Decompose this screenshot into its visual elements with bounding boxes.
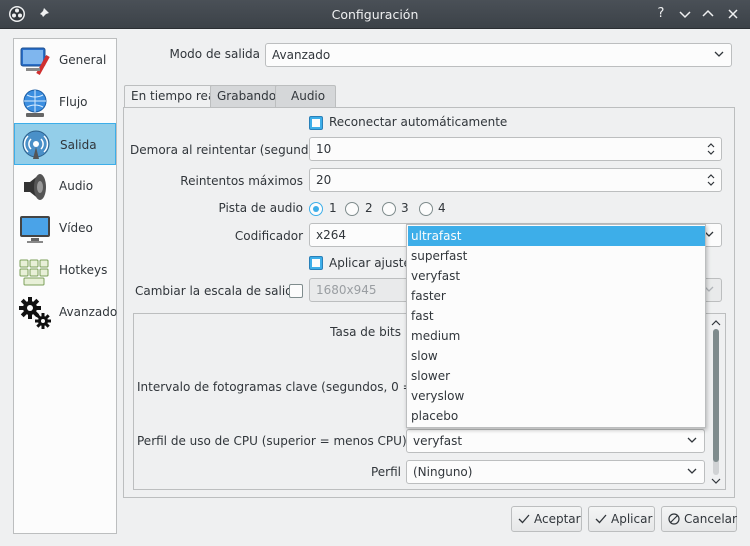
vertical-scrollbar[interactable] — [709, 317, 723, 487]
encoder-value: x264 — [316, 228, 347, 242]
settings-sidebar: General Flujo Salida Audio Vídeo Hotkeys — [13, 38, 117, 534]
max-retries-spinbox[interactable]: 20 — [309, 168, 722, 192]
keyframe-interval-label: Intervalo de fotogramas clave (segundos,… — [137, 380, 449, 394]
broadcast-icon — [19, 129, 53, 163]
rescale-value: 1680x945 — [316, 283, 377, 297]
help-icon[interactable]: ? — [652, 5, 670, 23]
cpu-preset-value: veryfast — [413, 434, 463, 448]
sidebar-item-label: Audio — [59, 179, 94, 193]
tab-recording[interactable]: Grabando — [210, 85, 284, 107]
profile-label: Perfil — [370, 465, 401, 479]
dropdown-item-superfast[interactable]: superfast — [408, 246, 705, 266]
output-mode-value: Avanzado — [272, 48, 331, 62]
minimize-icon[interactable] — [676, 5, 694, 23]
sidebar-item-label: Hotkeys — [59, 263, 108, 277]
dropdown-item-veryfast[interactable]: veryfast — [408, 266, 705, 286]
max-retries-label: Reintentos máximos — [180, 174, 303, 188]
sidebar-item-label: Salida — [60, 138, 97, 152]
window-title: Configuración — [331, 7, 419, 22]
dropdown-item-fast[interactable]: fast — [408, 306, 705, 326]
apply-settings-label: Aplicar ajustes — [329, 256, 418, 270]
chevron-down-icon — [714, 51, 724, 57]
retry-delay-label: Demora al reintentar (segundos) — [130, 143, 327, 157]
ok-button[interactable]: Aceptar — [511, 506, 582, 532]
cancel-button-label: Cancelar — [684, 512, 737, 526]
ok-button-label: Aceptar — [534, 512, 581, 526]
profile-select[interactable]: (Ninguno) — [406, 460, 705, 484]
chevron-down-icon — [687, 437, 697, 443]
cpu-preset-select[interactable]: veryfast — [406, 429, 705, 453]
tab-audio[interactable]: Audio — [275, 85, 336, 107]
monitor-icon — [18, 212, 52, 246]
close-icon[interactable] — [724, 5, 742, 23]
bitrate-label: Tasa de bits — [330, 325, 401, 339]
dropdown-item-faster[interactable]: faster — [408, 286, 705, 306]
audio-track-option-label: 3 — [401, 201, 409, 215]
sidebar-item-label: General — [59, 53, 107, 67]
sidebar-item-stream[interactable]: Flujo — [14, 81, 116, 123]
sidebar-item-output[interactable]: Salida — [14, 123, 116, 165]
cancel-button[interactable]: Cancelar — [661, 506, 737, 532]
profile-value: (Ninguno) — [413, 465, 473, 479]
output-mode-select[interactable]: Avanzado — [265, 43, 732, 67]
general-icon — [18, 44, 52, 78]
dropdown-item-slow[interactable]: slow — [408, 346, 705, 366]
sidebar-item-label: Flujo — [59, 95, 88, 109]
speaker-icon — [18, 170, 52, 204]
maximize-icon[interactable] — [699, 5, 717, 23]
title-bar: Configuración ? — [0, 0, 750, 29]
apply-button[interactable]: Aplicar — [588, 506, 655, 532]
audio-track-radio-1[interactable] — [309, 202, 323, 216]
retry-delay-value: 10 — [316, 142, 332, 156]
retry-delay-spinbox[interactable]: 10 — [309, 137, 722, 161]
spin-arrows-icon[interactable] — [706, 171, 716, 189]
dropdown-item-veryslow[interactable]: veryslow — [408, 386, 705, 406]
dropdown-item-ultrafast[interactable]: ultrafast — [408, 226, 705, 246]
output-mode-label: Modo de salida — [169, 47, 260, 61]
dropdown-item-placebo[interactable]: placebo — [408, 406, 705, 426]
checkmark-icon — [518, 514, 530, 524]
rescale-checkbox[interactable] — [289, 284, 303, 298]
cancel-icon — [668, 513, 680, 525]
cpu-preset-dropdown: ultrafast superfast veryfast faster fast… — [406, 224, 706, 428]
rescale-label: Cambiar la escala de salida — [135, 284, 301, 298]
audio-track-radio-2[interactable] — [345, 202, 359, 216]
audio-track-option-label: 1 — [329, 201, 337, 215]
cpu-preset-label: Perfil de uso de CPU (superior = menos C… — [137, 434, 407, 448]
globe-icon — [18, 86, 52, 120]
sidebar-item-hotkeys[interactable]: Hotkeys — [14, 249, 116, 291]
sidebar-item-advanced[interactable]: Avanzado — [14, 291, 118, 333]
reconnect-label: Reconectar automáticamente — [329, 115, 508, 129]
sidebar-item-label: Avanzado — [59, 305, 118, 319]
sidebar-item-label: Vídeo — [59, 221, 93, 235]
dropdown-item-medium[interactable]: medium — [408, 326, 705, 346]
chevron-down-icon — [687, 468, 697, 474]
audio-track-option-label: 4 — [438, 201, 446, 215]
audio-track-radio-3[interactable] — [382, 202, 396, 216]
sidebar-item-general[interactable]: General — [14, 39, 116, 81]
audio-track-label: Pista de audio — [218, 201, 304, 215]
sidebar-item-video[interactable]: Vídeo — [14, 207, 116, 249]
gears-icon — [18, 296, 52, 330]
apply-settings-checkbox[interactable] — [309, 256, 323, 270]
audio-track-option-label: 2 — [365, 201, 373, 215]
max-retries-value: 20 — [316, 173, 332, 187]
encoder-label: Codificador — [234, 229, 303, 243]
audio-track-radio-4[interactable] — [419, 202, 433, 216]
apply-button-label: Aplicar — [611, 512, 653, 526]
dropdown-item-slower[interactable]: slower — [408, 366, 705, 386]
reconnect-checkbox[interactable] — [309, 116, 323, 130]
checkmark-icon — [595, 514, 607, 524]
keyboard-icon — [18, 254, 52, 288]
sidebar-item-audio[interactable]: Audio — [14, 165, 116, 207]
spin-arrows-icon[interactable] — [706, 140, 716, 158]
